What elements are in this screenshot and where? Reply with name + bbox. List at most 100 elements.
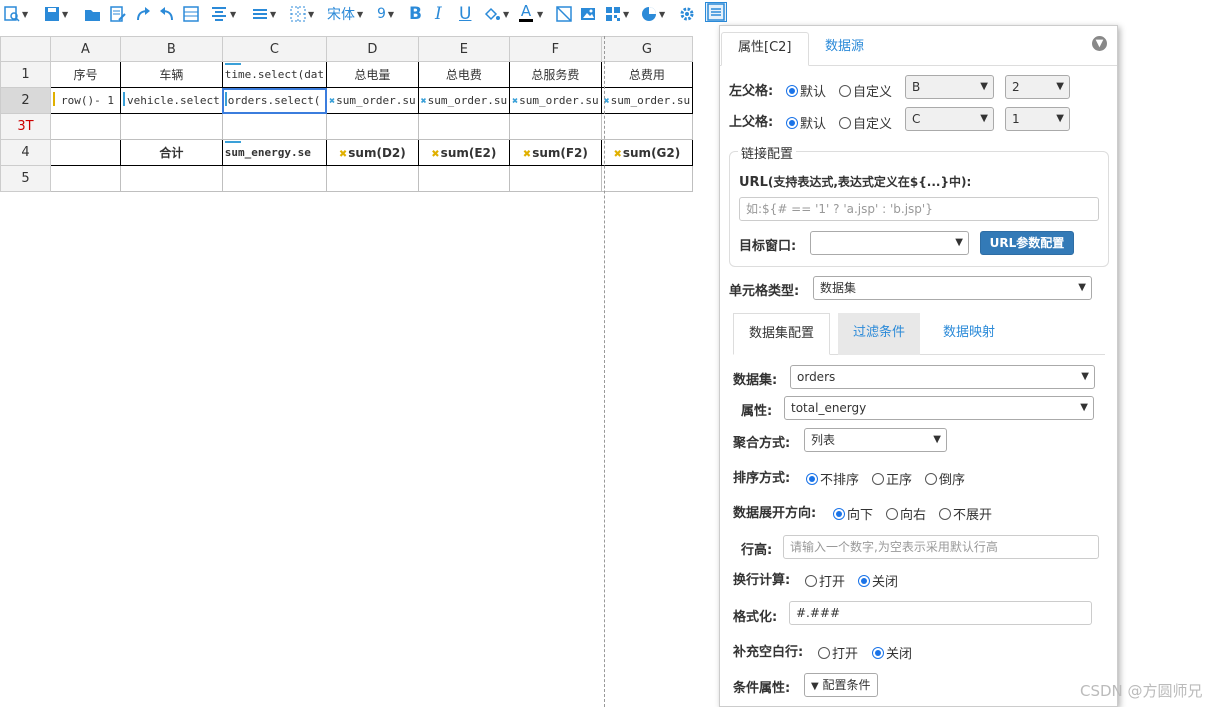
- cell-f2[interactable]: ✖sum_order.su: [509, 87, 602, 114]
- column-header-b[interactable]: B: [120, 36, 223, 62]
- cell-e1[interactable]: 总电费: [417, 61, 511, 88]
- cell-a1[interactable]: 序号: [50, 61, 121, 88]
- font-family-select[interactable]: 宋体 ▼: [327, 4, 363, 24]
- expand-down-radio[interactable]: 向下: [833, 504, 873, 523]
- cell-a3[interactable]: [50, 113, 121, 140]
- undo-button[interactable]: [159, 4, 175, 24]
- underline-button[interactable]: U: [459, 4, 471, 24]
- preview-button[interactable]: ▼: [4, 4, 28, 24]
- attribute-select[interactable]: total_energy ▼: [784, 396, 1094, 420]
- insert-image-button[interactable]: [580, 4, 596, 24]
- column-header-a[interactable]: A: [50, 36, 121, 62]
- tab-properties[interactable]: 属性[C2]: [721, 32, 809, 66]
- aggregation-select[interactable]: 列表 ▼: [804, 428, 947, 452]
- subtab-data-mapping[interactable]: 数据映射: [928, 313, 1010, 355]
- column-header-g[interactable]: G: [600, 36, 694, 62]
- config-condition-button[interactable]: ▼ 配置条件: [804, 673, 878, 697]
- column-header-d[interactable]: D: [326, 36, 419, 62]
- top-parent-row-select[interactable]: 1 ▼: [1005, 107, 1070, 131]
- properties-panel-button[interactable]: [705, 2, 727, 22]
- cell-g2[interactable]: ✖sum_order.su: [600, 87, 694, 114]
- cell-g3[interactable]: [600, 113, 694, 140]
- save-button[interactable]: ▼: [44, 4, 68, 24]
- clear-format-button[interactable]: [556, 4, 572, 24]
- cell-e2[interactable]: ✖sum_order.su: [417, 87, 511, 114]
- cell-b2[interactable]: vehicle.select: [120, 87, 223, 114]
- wrap-on-radio[interactable]: 打开: [805, 571, 845, 590]
- cell-b4[interactable]: 合计: [120, 139, 223, 166]
- cell-c3[interactable]: [221, 113, 328, 140]
- merge-cells-button[interactable]: [183, 4, 199, 24]
- row-height-input[interactable]: 请输入一个数字,为空表示采用默认行高: [783, 535, 1099, 559]
- cell-d3[interactable]: [326, 113, 419, 140]
- fill-blank-on-radio[interactable]: 打开: [818, 643, 858, 662]
- format-input[interactable]: #.###: [789, 601, 1092, 625]
- cell-b3[interactable]: [120, 113, 223, 140]
- cell-e4[interactable]: ✖sum(E2): [417, 139, 511, 166]
- row-header-1[interactable]: 1: [0, 61, 51, 88]
- border-button[interactable]: ▼: [290, 4, 314, 24]
- settings-button[interactable]: [679, 4, 695, 24]
- redo-button[interactable]: [135, 4, 151, 24]
- font-color-dropdown[interactable]: ▼: [535, 4, 543, 24]
- row-header-2[interactable]: 2: [0, 87, 51, 114]
- collapse-icon[interactable]: ▼: [1092, 36, 1107, 51]
- cell-g5[interactable]: [600, 165, 694, 192]
- cell-g4[interactable]: ✖sum(G2): [600, 139, 694, 166]
- sort-desc-radio[interactable]: 倒序: [925, 469, 965, 488]
- column-header-f[interactable]: F: [509, 36, 602, 62]
- line-style-button[interactable]: ▼: [252, 4, 276, 24]
- expand-none-radio[interactable]: 不展开: [939, 504, 992, 523]
- url-input[interactable]: 如:${# == '1' ? 'a.jsp' : 'b.jsp'}: [739, 197, 1099, 221]
- fill-color-button[interactable]: ▼: [483, 4, 509, 24]
- cell-c2-selected[interactable]: orders.select(: [221, 87, 328, 114]
- cell-c1[interactable]: time.select(dat: [221, 61, 328, 88]
- corner-cell[interactable]: [0, 36, 51, 62]
- cell-a5[interactable]: [50, 165, 121, 192]
- sort-none-radio[interactable]: 不排序: [806, 469, 859, 488]
- left-parent-row-select[interactable]: 2 ▼: [1005, 75, 1070, 99]
- url-param-config-button[interactable]: URL参数配置: [980, 231, 1074, 255]
- cell-e3[interactable]: [417, 113, 511, 140]
- row-header-3[interactable]: 3T: [0, 113, 51, 140]
- subtab-filter[interactable]: 过滤条件: [838, 313, 921, 355]
- row-header-4[interactable]: 4: [0, 139, 51, 166]
- cell-f5[interactable]: [509, 165, 602, 192]
- cell-d1[interactable]: 总电量: [326, 61, 419, 88]
- cell-a2[interactable]: row()- 1: [50, 87, 121, 114]
- top-parent-custom-radio[interactable]: 自定义: [839, 113, 892, 132]
- font-size-select[interactable]: 9 ▼: [377, 4, 394, 24]
- sort-asc-radio[interactable]: 正序: [872, 469, 912, 488]
- font-color-button[interactable]: A: [519, 4, 533, 24]
- tab-datasource[interactable]: 数据源: [809, 32, 880, 66]
- cell-d2[interactable]: ✖sum_order.su: [326, 87, 419, 114]
- cell-d5[interactable]: [326, 165, 419, 192]
- cell-b5[interactable]: [120, 165, 223, 192]
- cell-f4[interactable]: ✖sum(F2): [509, 139, 602, 166]
- row-header-5[interactable]: 5: [0, 165, 51, 192]
- cell-type-select[interactable]: 数据集 ▼: [813, 276, 1092, 300]
- cell-b1[interactable]: 车辆: [120, 61, 223, 88]
- edit-button[interactable]: [110, 4, 126, 24]
- chart-button[interactable]: ▼: [641, 4, 665, 24]
- cell-a4[interactable]: [50, 139, 121, 166]
- cell-c4[interactable]: sum_energy.se: [221, 139, 328, 166]
- dataset-select[interactable]: orders ▼: [790, 365, 1095, 389]
- left-parent-column-select[interactable]: B ▼: [905, 75, 994, 99]
- top-parent-default-radio[interactable]: 默认: [786, 113, 826, 132]
- left-parent-default-radio[interactable]: 默认: [786, 81, 826, 100]
- fill-blank-off-radio[interactable]: 关闭: [872, 643, 912, 662]
- target-window-select[interactable]: ▼: [810, 231, 969, 255]
- cell-g1[interactable]: 总费用: [600, 61, 694, 88]
- column-header-c[interactable]: C: [221, 36, 328, 62]
- qrcode-button[interactable]: ▼: [605, 4, 629, 24]
- column-header-e[interactable]: E: [417, 36, 511, 62]
- cell-d4[interactable]: ✖sum(D2): [326, 139, 419, 166]
- italic-button[interactable]: I: [435, 4, 442, 24]
- expand-right-radio[interactable]: 向右: [886, 504, 926, 523]
- wrap-off-radio[interactable]: 关闭: [858, 571, 898, 590]
- subtab-dataset-config[interactable]: 数据集配置: [733, 313, 831, 355]
- cell-c5[interactable]: [221, 165, 328, 192]
- cell-f3[interactable]: [509, 113, 602, 140]
- align-button[interactable]: ▼: [210, 4, 236, 24]
